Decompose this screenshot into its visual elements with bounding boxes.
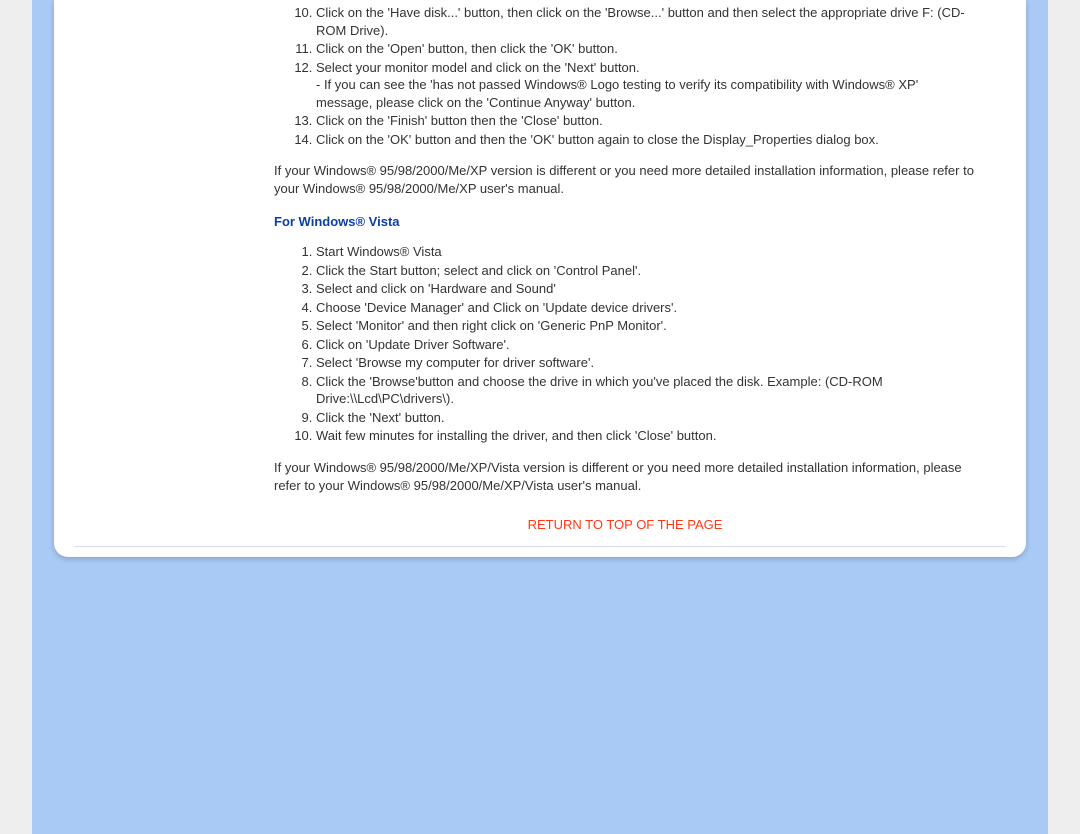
step-subnote: - If you can see the 'has not passed Win… — [316, 76, 976, 111]
xp-steps-list: Click on the 'Have disk...' button, then… — [274, 4, 976, 148]
separator — [74, 546, 1006, 547]
step-item: Click on 'Update Driver Software'. — [316, 336, 976, 354]
step-item: Wait few minutes for installing the driv… — [316, 427, 976, 445]
step-item: Click on the 'Finish' button then the 'C… — [316, 112, 976, 130]
step-item: Select 'Browse my computer for driver so… — [316, 354, 976, 372]
vista-steps-list: Start Windows® VistaClick the Start butt… — [274, 243, 976, 445]
step-item: Start Windows® Vista — [316, 243, 976, 261]
step-item: Click the 'Next' button. — [316, 409, 976, 427]
vista-heading: For Windows® Vista — [274, 213, 976, 231]
step-item: Click the 'Browse'button and choose the … — [316, 373, 976, 408]
step-item: Choose 'Device Manager' and Click on 'Up… — [316, 299, 976, 317]
vista-footer-paragraph: If your Windows® 95/98/2000/Me/XP/Vista … — [274, 459, 976, 494]
step-item: Select and click on 'Hardware and Sound' — [316, 280, 976, 298]
step-item: Select 'Monitor' and then right click on… — [316, 317, 976, 335]
page-card: Click on the 'Have disk...' button, then… — [54, 0, 1026, 557]
step-item: Click on the 'Open' button, then click t… — [316, 40, 976, 58]
return-to-top-container: RETURN TO TOP OF THE PAGE — [274, 516, 976, 534]
step-item: Click on the 'OK' button and then the 'O… — [316, 131, 976, 149]
step-item: Click on the 'Have disk...' button, then… — [316, 4, 976, 39]
step-item: Click the Start button; select and click… — [316, 262, 976, 280]
xp-footer-paragraph: If your Windows® 95/98/2000/Me/XP versio… — [274, 162, 976, 197]
document-content: Click on the 'Have disk...' button, then… — [274, 0, 976, 534]
return-to-top-link[interactable]: RETURN TO TOP OF THE PAGE — [528, 517, 723, 532]
step-item: Select your monitor model and click on t… — [316, 59, 976, 112]
